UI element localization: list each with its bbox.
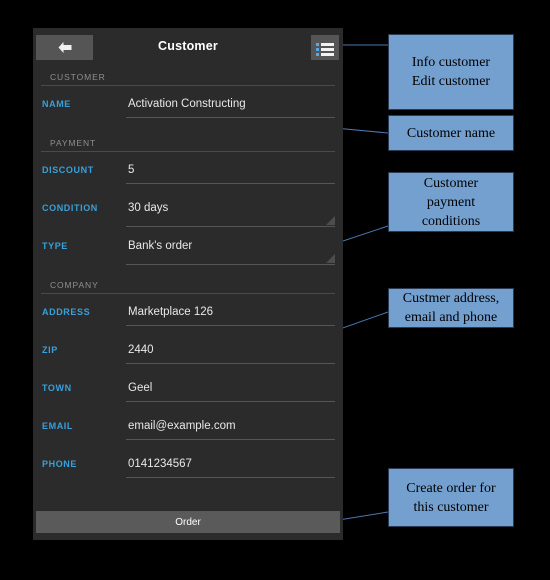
field-row-address: ADDRESS Marketplace 126 [33, 294, 343, 332]
callout-order-line2: this customer [413, 499, 489, 515]
callout-order-line1: Create order for [406, 480, 496, 496]
discount-input[interactable]: 5 [126, 160, 335, 180]
field-label-zip: ZIP [42, 345, 58, 355]
field-input-wrap-town[interactable]: Geel [126, 378, 335, 402]
titlebar: Customer [33, 28, 343, 66]
callout-payment-conditions: Customer payment conditions [388, 172, 514, 232]
field-input-wrap-zip[interactable]: 2440 [126, 340, 335, 364]
field-label-name: NAME [42, 99, 71, 109]
address-input[interactable]: Marketplace 126 [126, 302, 335, 322]
field-row-town: TOWN Geel [33, 370, 343, 408]
field-input-wrap-type[interactable]: Bank's order [126, 236, 335, 265]
field-label-town: TOWN [42, 383, 72, 393]
field-input-wrap-condition[interactable]: 30 days [126, 198, 335, 227]
field-row-phone: PHONE 0141234567 [33, 446, 343, 484]
callout-payment-line1: Customer [423, 175, 479, 191]
callout-customer-name: Customer name [388, 115, 514, 151]
name-input[interactable]: Activation Constructing [126, 94, 335, 114]
customer-form-panel: Customer CUSTOMER NAME Activation Constr… [33, 28, 343, 540]
callout-address-line2: email and phone [404, 310, 498, 325]
menu-button[interactable] [311, 35, 339, 60]
field-row-discount: DISCOUNT 5 [33, 152, 343, 190]
email-input[interactable]: email@example.com [126, 416, 335, 436]
section-header-company: COMPANY [41, 274, 335, 294]
callout-info-customer: Info customer Edit customer [388, 34, 514, 110]
field-label-phone: PHONE [42, 459, 78, 469]
phone-input[interactable]: 0141234567 [126, 454, 335, 474]
field-input-wrap-name[interactable]: Activation Constructing [126, 94, 335, 118]
order-button[interactable]: Order [36, 511, 340, 533]
callout-info-line2: Edit customer [411, 74, 491, 89]
callout-payment-line2: payment [426, 194, 476, 210]
field-input-wrap-discount[interactable]: 5 [126, 160, 335, 184]
field-label-type: TYPE [42, 241, 68, 251]
callout-address-line1: Custmer address, [402, 291, 500, 306]
field-row-type: TYPE Bank's order [33, 228, 343, 266]
section-header-customer: CUSTOMER [41, 66, 335, 86]
callout-create-order: Create order for this customer [388, 468, 514, 527]
zip-input[interactable]: 2440 [126, 340, 335, 360]
field-row-zip: ZIP 2440 [33, 332, 343, 370]
page-title: Customer [158, 39, 218, 53]
form-body: CUSTOMER NAME Activation Constructing PA… [33, 66, 343, 484]
field-row-condition: CONDITION 30 days [33, 190, 343, 228]
field-input-wrap-email[interactable]: email@example.com [126, 416, 335, 440]
callout-payment-line3: conditions [421, 213, 481, 229]
field-label-discount: DISCOUNT [42, 165, 94, 175]
field-row-name: NAME Activation Constructing [33, 86, 343, 124]
condition-input[interactable]: 30 days [126, 198, 335, 218]
type-input[interactable]: Bank's order [126, 236, 335, 256]
resize-grip-icon[interactable] [326, 254, 335, 263]
field-label-condition: CONDITION [42, 203, 98, 213]
callout-name-line1: Customer name [406, 125, 496, 141]
field-input-wrap-phone[interactable]: 0141234567 [126, 454, 335, 478]
callout-address-email-phone: Custmer address, email and phone [388, 288, 514, 328]
town-input[interactable]: Geel [126, 378, 335, 398]
section-header-payment: PAYMENT [41, 132, 335, 152]
field-label-email: EMAIL [42, 421, 73, 431]
list-menu-icon [311, 42, 339, 57]
field-input-wrap-address[interactable]: Marketplace 126 [126, 302, 335, 326]
field-label-address: ADDRESS [42, 307, 91, 317]
field-row-email: EMAIL email@example.com [33, 408, 343, 446]
callout-info-line1: Info customer [411, 55, 491, 70]
resize-grip-icon[interactable] [326, 216, 335, 225]
